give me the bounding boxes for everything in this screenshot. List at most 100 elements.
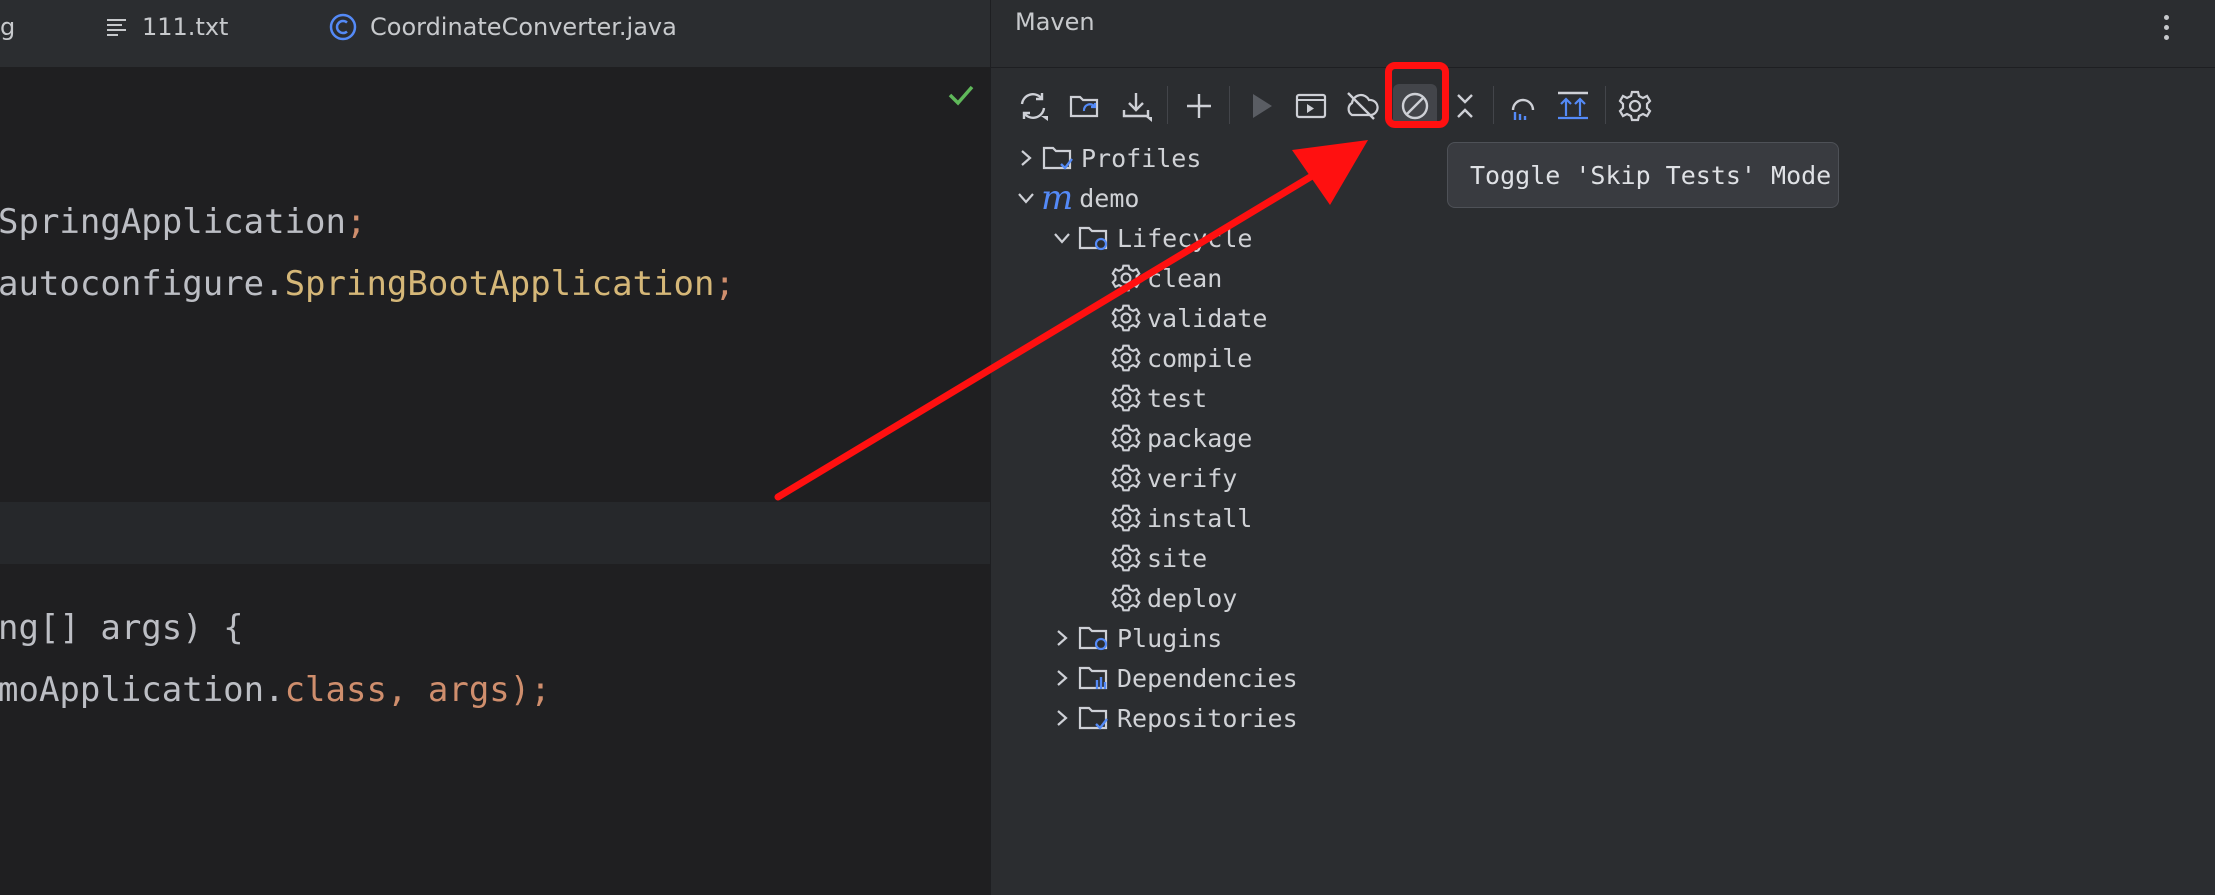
- text-file-icon: [107, 19, 126, 36]
- download-icon: [1122, 93, 1152, 122]
- java-class-icon: [329, 13, 357, 41]
- download-sources-button[interactable]: [1115, 84, 1159, 128]
- editor-pane: g 111.txt CoordinateConverter.java Sprin…: [0, 0, 990, 895]
- execute-goal-icon: [1295, 93, 1327, 119]
- goal-label: test: [1147, 383, 1208, 413]
- plugins-folder-icon: [1077, 624, 1111, 652]
- chevron-right-icon[interactable]: [1047, 708, 1077, 728]
- editor-tab-bar: g 111.txt CoordinateConverter.java: [0, 0, 990, 68]
- maven-tool-window: Maven Toggle 'Skip Tests' Mode Profiles …: [990, 0, 2215, 895]
- tree-node-project-demo[interactable]: m demo: [1011, 179, 1139, 217]
- run-button[interactable]: [1239, 84, 1283, 128]
- chevron-down-icon[interactable]: [1047, 231, 1077, 245]
- code-area[interactable]: [0, 67, 990, 895]
- profiles-folder-icon: [1041, 144, 1075, 172]
- settings-icon: [1618, 90, 1652, 122]
- maven-project-icon: m: [1041, 178, 1074, 218]
- gear-icon: [1111, 463, 1141, 493]
- repositories-folder-icon: [1077, 704, 1111, 732]
- goal-label: deploy: [1147, 583, 1238, 613]
- tree-label: Lifecycle: [1117, 223, 1253, 253]
- tab-label: g: [0, 13, 16, 41]
- lifecycle-goal-site[interactable]: site: [1111, 539, 1207, 577]
- header-divider: [991, 67, 2215, 68]
- chevron-right-icon[interactable]: [1011, 148, 1041, 168]
- gear-icon: [1111, 423, 1141, 453]
- lifecycle-folder-icon: [1077, 224, 1111, 252]
- dependencies-folder-icon: [1077, 664, 1111, 692]
- tree-label: Plugins: [1117, 623, 1223, 653]
- collapse-all-button[interactable]: [1443, 84, 1487, 128]
- tab-label: CoordinateConverter.java: [370, 13, 677, 41]
- tree-node-dependencies[interactable]: Dependencies: [1047, 659, 1298, 697]
- reload-folder-icon: [1069, 95, 1099, 118]
- code-line-run-call: moApplication.class, args);: [0, 670, 551, 710]
- tree-node-repositories[interactable]: Repositories: [1047, 699, 1298, 737]
- reload-all-button[interactable]: [1011, 84, 1055, 128]
- chevron-down-icon[interactable]: [1011, 191, 1041, 205]
- gear-icon: [1111, 543, 1141, 573]
- add-maven-project-button[interactable]: [1177, 84, 1221, 128]
- code-line-import-1: SpringApplication;: [0, 202, 367, 242]
- toolbar-separator: [1167, 86, 1168, 124]
- lifecycle-goal-install[interactable]: install: [1111, 499, 1252, 537]
- lifecycle-goal-test[interactable]: test: [1111, 379, 1207, 417]
- skip-tests-tooltip: Toggle 'Skip Tests' Mode: [1447, 142, 1839, 208]
- execute-goal-button[interactable]: [1289, 84, 1333, 128]
- goal-label: site: [1147, 543, 1208, 573]
- toolbar-separator: [1229, 86, 1230, 124]
- collapse-expand-icon: [1558, 91, 1588, 120]
- more-options-icon[interactable]: [2151, 10, 2181, 44]
- lifecycle-goal-compile[interactable]: compile: [1111, 339, 1252, 377]
- code-line-main-signature: ng[] args) {: [0, 608, 244, 648]
- reload-all-icon: [1020, 93, 1048, 121]
- tree-label: demo: [1079, 183, 1140, 213]
- toolbar-separator: [1493, 86, 1494, 124]
- show-dependencies-button[interactable]: [1501, 84, 1545, 128]
- lifecycle-goal-clean[interactable]: clean: [1111, 259, 1222, 297]
- tree-label: Profiles: [1081, 143, 1202, 173]
- lifecycle-goal-verify[interactable]: verify: [1111, 459, 1237, 497]
- collapse-all-icon: [1457, 94, 1473, 118]
- lifecycle-goal-deploy[interactable]: deploy: [1111, 579, 1237, 617]
- toolbar-separator: [1605, 86, 1606, 124]
- current-line-highlight: [0, 502, 990, 564]
- gear-icon: [1111, 383, 1141, 413]
- lifecycle-goal-validate[interactable]: validate: [1111, 299, 1267, 337]
- run-icon: [1253, 94, 1272, 118]
- offline-mode-icon: [1347, 92, 1379, 120]
- goal-label: validate: [1147, 303, 1268, 333]
- code-line-import-2: autoconfigure.SpringBootApplication;: [0, 264, 735, 304]
- goal-label: clean: [1147, 263, 1223, 293]
- tab-previous[interactable]: g: [0, 0, 15, 54]
- tree-node-lifecycle[interactable]: Lifecycle: [1047, 219, 1252, 257]
- checkmark-icon: [948, 85, 974, 106]
- tree-label: Dependencies: [1117, 663, 1298, 693]
- tab-coordinate-converter[interactable]: CoordinateConverter.java: [328, 0, 677, 54]
- tree-node-plugins[interactable]: Plugins: [1047, 619, 1222, 657]
- gear-icon: [1111, 303, 1141, 333]
- gear-icon: [1111, 503, 1141, 533]
- chevron-right-icon[interactable]: [1047, 668, 1077, 688]
- goal-label: install: [1147, 503, 1253, 533]
- goal-label: package: [1147, 423, 1253, 453]
- gear-icon: [1111, 343, 1141, 373]
- tab-label: 111.txt: [142, 13, 229, 41]
- goal-label: verify: [1147, 463, 1238, 493]
- toggle-offline-mode-button[interactable]: [1339, 84, 1383, 128]
- tab-111-txt[interactable]: 111.txt: [104, 0, 228, 54]
- lifecycle-goal-package[interactable]: package: [1111, 419, 1252, 457]
- maven-settings-button[interactable]: [1613, 84, 1657, 128]
- goal-label: compile: [1147, 343, 1253, 373]
- add-icon: [1187, 94, 1211, 118]
- maven-title: Maven: [1015, 8, 1095, 36]
- show-dependencies-icon: [1511, 98, 1535, 120]
- reload-project-button[interactable]: [1063, 84, 1107, 128]
- chevron-right-icon[interactable]: [1047, 628, 1077, 648]
- gear-icon: [1111, 583, 1141, 613]
- annotation-highlight-box: [1385, 62, 1449, 128]
- gear-icon: [1111, 263, 1141, 293]
- tree-label: Repositories: [1117, 703, 1298, 733]
- tree-node-profiles[interactable]: Profiles: [1011, 139, 1201, 177]
- collapse-expand-button[interactable]: [1551, 84, 1595, 128]
